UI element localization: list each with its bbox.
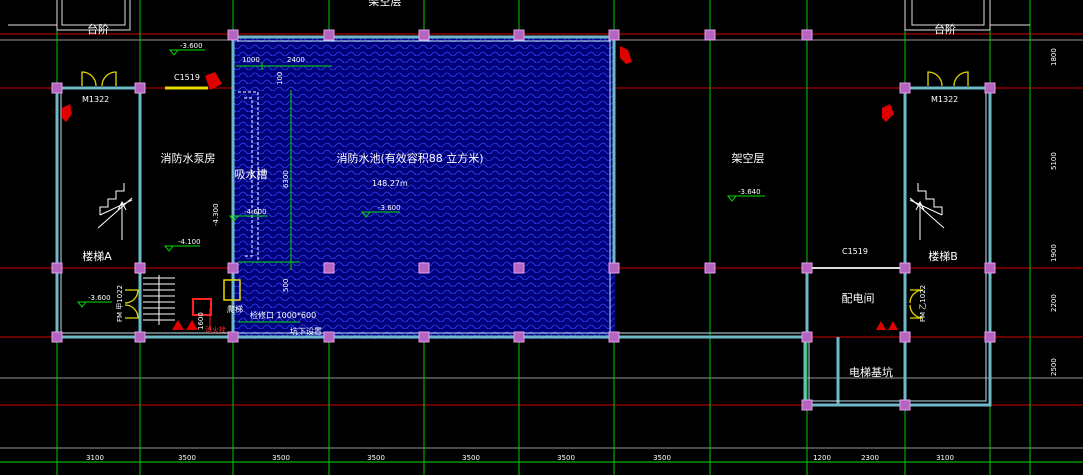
room-pump: 消防水泵房 — [161, 151, 216, 165]
note-red-label: 消火栓 — [205, 325, 226, 334]
note-inspection-hole: 检修口 1000*600 — [250, 310, 316, 320]
dim-bottom-2: 3500 — [178, 454, 196, 462]
note-pool-bottom: 坑下设置 — [290, 326, 322, 336]
dim-right-1: 1800 — [1050, 48, 1058, 66]
room-stair-b: 楼梯B — [928, 249, 958, 263]
dim-bottom-3: 3500 — [272, 454, 290, 462]
pool-dim-v3: 500 — [282, 279, 290, 292]
room-pool: 消防水池(有效容积88 立方米) — [336, 151, 483, 165]
dim-bottom-10: 3100 — [936, 454, 954, 462]
door-fm-right: FM 乙1022 — [919, 285, 927, 322]
cad-floor-plan: 台阶 台阶 架空层 1000 2400 100 6300 500 -3.600 … — [0, 0, 1083, 475]
room-distribution: 配电间 — [842, 292, 875, 305]
elev-suction-well: -4.600 — [244, 208, 267, 216]
dim-right-3: 1900 — [1050, 244, 1058, 262]
door-m1322-right: M1322 — [931, 95, 958, 104]
elev-pool: -3.600 — [378, 204, 401, 212]
stair-a-symbol — [97, 183, 133, 240]
dim-bottom-6: 3500 — [557, 454, 575, 462]
door-m1322-left: M1322 — [82, 95, 109, 104]
elev-pump-room: -4.100 — [178, 238, 201, 246]
room-elevator-pit: 电梯基坑 — [849, 365, 893, 379]
dim-right-2: 5100 — [1050, 152, 1058, 170]
elev-stair-a-landing: -3.600 — [88, 294, 111, 302]
elev-top-left: -3.600 — [180, 42, 203, 50]
stair-a-steps — [143, 275, 175, 325]
door-c1519-right: C1519 — [842, 247, 868, 256]
elev-side-left: -4.300 — [212, 203, 220, 226]
dim-right-5: 2500 — [1050, 358, 1058, 376]
pool-dim-h2: 2400 — [287, 56, 305, 64]
elev-open-floor: -3.640 — [738, 188, 761, 196]
dim-bottom-1: 3100 — [86, 454, 104, 462]
dim-bottom-4: 3500 — [367, 454, 385, 462]
pool-dim-v2: 6300 — [282, 170, 290, 188]
dim-bottom-7: 3500 — [653, 454, 671, 462]
right-dimensions: 1800 5100 1900 2200 2500 — [1050, 48, 1058, 376]
door-c1519-left: C1519 — [174, 73, 200, 82]
bottom-dimensions: 3100 3500 3500 3500 3500 3500 3500 1200 … — [86, 454, 954, 462]
stair-b-symbol — [909, 183, 945, 240]
room-pool-area: 148.27m — [372, 179, 408, 188]
note-small-dim: 1600 — [197, 312, 205, 330]
pool-dim-v1: 100 — [276, 72, 284, 85]
dim-bottom-9: 2300 — [861, 454, 879, 462]
dim-right-4: 2200 — [1050, 294, 1058, 312]
dim-bottom-8: 1200 — [813, 454, 831, 462]
platform-right-label: 台阶 — [934, 22, 956, 36]
partial-title: 架空层 — [369, 0, 402, 8]
door-fm-left: FM 甲1022 — [116, 285, 124, 322]
note-ladder: 爬梯 — [227, 304, 243, 314]
room-suction-well: 吸水槽 — [235, 168, 268, 181]
dim-bottom-5: 3500 — [462, 454, 480, 462]
room-stair-a: 楼梯A — [82, 249, 112, 263]
pool-dim-h1: 1000 — [242, 56, 260, 64]
platform-left-label: 台阶 — [87, 22, 109, 36]
room-open-floor: 架空层 — [732, 151, 765, 165]
